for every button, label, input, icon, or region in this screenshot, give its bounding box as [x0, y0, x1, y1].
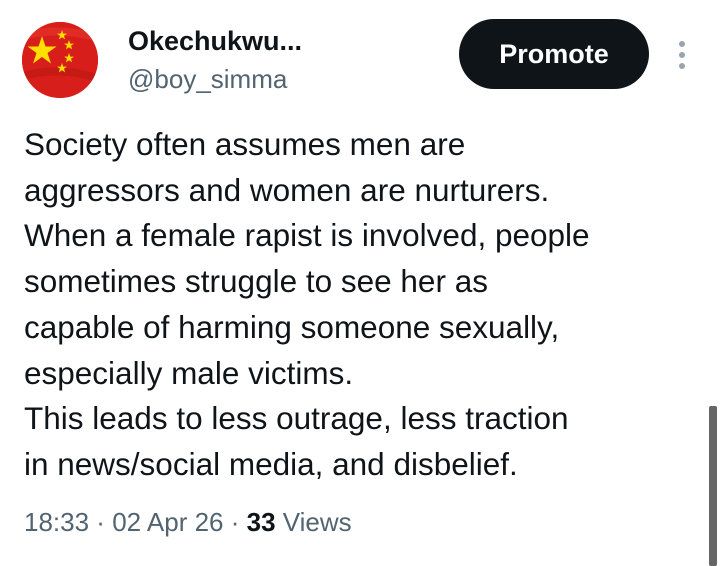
- tweet-line: sometimes struggle to see her as: [24, 263, 488, 300]
- tweet-line: in news/social media, and disbelief.: [24, 445, 518, 482]
- tweet-date[interactable]: 02 Apr 26: [112, 507, 223, 537]
- tweet-text: Society often assumes men are aggressors…: [24, 122, 704, 488]
- meta-separator: ·: [223, 507, 247, 537]
- tweet-meta: 18:33 · 02 Apr 26 · 33 Views: [24, 507, 352, 538]
- views-count[interactable]: 33: [247, 507, 276, 537]
- display-name[interactable]: Okechukwu...: [128, 26, 302, 57]
- china-flag-avatar-icon: [22, 22, 98, 98]
- tweet-line: Society often assumes men are: [24, 126, 466, 162]
- tweet-line: especially male victims.: [24, 354, 354, 391]
- meta-separator: ·: [89, 507, 113, 537]
- tweet-line: This leads to less outrage, less tractio…: [24, 400, 569, 437]
- tweet-line: aggressors and women are nurturers.: [24, 171, 550, 208]
- views-label[interactable]: Views: [283, 507, 352, 537]
- tweet-time[interactable]: 18:33: [24, 507, 89, 537]
- avatar[interactable]: [22, 22, 98, 98]
- user-handle[interactable]: @boy_simma: [128, 64, 287, 95]
- tweet-line: capable of harming someone sexually,: [24, 308, 560, 345]
- more-vertical-icon[interactable]: [672, 38, 692, 72]
- tweet-line: When a female rapist is involved, people: [24, 217, 590, 254]
- scrollbar[interactable]: [709, 406, 717, 566]
- promote-button[interactable]: Promote: [459, 19, 649, 89]
